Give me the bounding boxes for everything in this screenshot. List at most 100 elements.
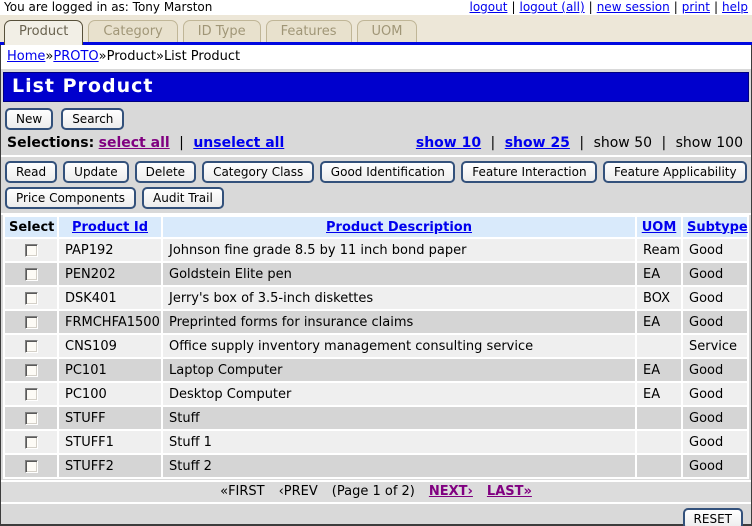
select-cell <box>5 431 57 453</box>
category-class-button[interactable]: Category Class <box>202 161 314 183</box>
link-separator: | <box>511 0 515 14</box>
row-checkbox[interactable] <box>25 388 38 401</box>
subtype-cell: Good <box>683 431 747 453</box>
uom-cell <box>637 407 681 429</box>
breadcrumb-separator: » <box>99 49 107 64</box>
reset-button[interactable]: RESET <box>683 508 743 526</box>
row-checkbox[interactable] <box>25 268 38 281</box>
table-row: STUFF Stuff Good <box>5 407 747 429</box>
link-separator: | <box>714 0 718 14</box>
column-header-description[interactable]: Product Description <box>163 217 635 237</box>
logout-all-link[interactable]: logout (all) <box>520 0 585 14</box>
update-button[interactable]: Update <box>63 161 128 183</box>
select-cell <box>5 407 57 429</box>
pagination-last-link[interactable]: LAST» <box>487 484 532 499</box>
show-10-link[interactable]: show 10 <box>416 135 481 151</box>
product-id-cell: PAP192 <box>59 239 161 261</box>
subtype-cell: Good <box>683 455 747 477</box>
breadcrumb-proto-link[interactable]: PROTO <box>53 49 98 64</box>
product-description-cell: Stuff 2 <box>163 455 635 477</box>
breadcrumb-product: Product <box>107 49 156 64</box>
subtype-cell: Good <box>683 239 747 261</box>
uom-cell: Ream <box>637 239 681 261</box>
row-checkbox[interactable] <box>25 292 38 305</box>
tab-features[interactable]: Features <box>266 20 352 42</box>
link-separator: | <box>674 0 678 14</box>
product-id-cell: FRMCHFA1500 <box>59 311 161 333</box>
product-description-cell: Laptop Computer <box>163 359 635 381</box>
select-cell <box>5 263 57 285</box>
help-link[interactable]: help <box>722 0 748 14</box>
show-options: show 10 | show 25 | show 50 | show 100 <box>416 135 743 151</box>
table-row: PAP192 Johnson fine grade 8.5 by 11 inch… <box>5 239 747 261</box>
pagination-first: «FIRST <box>220 484 265 499</box>
row-checkbox[interactable] <box>25 436 38 449</box>
select-cell <box>5 287 57 309</box>
row-checkbox[interactable] <box>25 316 38 329</box>
audit-trail-button[interactable]: Audit Trail <box>142 187 224 209</box>
table-row: PEN202 Goldstein Elite pen EA Good <box>5 263 747 285</box>
select-cell <box>5 359 57 381</box>
subtype-cell: Good <box>683 383 747 405</box>
table-row: PC100 Desktop Computer EA Good <box>5 383 747 405</box>
uom-cell: EA <box>637 359 681 381</box>
subtype-cell: Good <box>683 311 747 333</box>
pagination-page-info: (Page 1 of 2) <box>332 484 415 499</box>
subtype-cell: Good <box>683 359 747 381</box>
tab-id-type[interactable]: ID Type <box>183 20 261 42</box>
select-all-link[interactable]: select all <box>99 135 170 151</box>
logout-link[interactable]: logout <box>470 0 508 14</box>
selections-divider: | <box>179 135 184 151</box>
search-button[interactable]: Search <box>61 108 124 130</box>
unselect-all-link[interactable]: unselect all <box>193 135 284 151</box>
print-link[interactable]: print <box>682 0 710 14</box>
title-bar: List Product <box>3 72 749 102</box>
product-id-cell: DSK401 <box>59 287 161 309</box>
new-button[interactable]: New <box>5 108 53 130</box>
pagination-bar: «FIRST ‹PREV (Page 1 of 2) NEXT› LAST» <box>1 480 751 504</box>
tab-category[interactable]: Category <box>88 20 177 42</box>
breadcrumb-home-link[interactable]: Home <box>7 49 45 64</box>
show-25-link[interactable]: show 25 <box>505 135 570 151</box>
main-panel: Home»PROTO»Product»List Product List Pro… <box>0 45 752 526</box>
tab-strip: Product Category ID Type Features UOM <box>0 15 752 42</box>
subtype-cell: Good <box>683 407 747 429</box>
selections-label: Selections: <box>7 135 94 151</box>
column-header-subtype[interactable]: Subtype <box>683 217 747 237</box>
feature-applicability-button[interactable]: Feature Applicability <box>603 161 747 183</box>
delete-button[interactable]: Delete <box>135 161 196 183</box>
row-checkbox[interactable] <box>25 340 38 353</box>
column-header-uom[interactable]: UOM <box>637 217 681 237</box>
link-separator: | <box>589 0 593 14</box>
product-id-cell: PEN202 <box>59 263 161 285</box>
page-title: List Product <box>12 75 740 97</box>
row-checkbox[interactable] <box>25 244 38 257</box>
toolbar: New Search <box>1 104 751 133</box>
show-divider: | <box>491 135 496 151</box>
row-checkbox[interactable] <box>25 364 38 377</box>
tab-product[interactable]: Product <box>4 20 83 45</box>
read-button[interactable]: Read <box>5 161 57 183</box>
feature-interaction-button[interactable]: Feature Interaction <box>461 161 597 183</box>
column-header-select: Select <box>5 217 57 237</box>
pagination-prev: ‹PREV <box>279 484 318 499</box>
action-button-panel: Read Update Delete Category Class Good I… <box>1 155 751 215</box>
pagination-next-link[interactable]: NEXT› <box>429 484 473 499</box>
column-header-product-id[interactable]: Product Id <box>59 217 161 237</box>
action-row-1: Read Update Delete Category Class Good I… <box>3 159 749 185</box>
show-50-text: show 50 <box>594 135 652 151</box>
new-session-link[interactable]: new session <box>597 0 670 14</box>
table-row: FRMCHFA1500 Preprinted forms for insuran… <box>5 311 747 333</box>
product-description-cell: Preprinted forms for insurance claims <box>163 311 635 333</box>
table-row: CNS109 Office supply inventory managemen… <box>5 335 747 357</box>
price-components-button[interactable]: Price Components <box>5 187 136 209</box>
good-identification-button[interactable]: Good Identification <box>320 161 456 183</box>
tab-uom[interactable]: UOM <box>357 20 418 42</box>
row-checkbox[interactable] <box>25 412 38 425</box>
subtype-cell: Service <box>683 335 747 357</box>
row-checkbox[interactable] <box>25 460 38 473</box>
uom-cell <box>637 455 681 477</box>
show-divider: | <box>579 135 584 151</box>
top-bar: You are logged in as: Tony Marston logou… <box>0 0 752 15</box>
uom-cell: EA <box>637 383 681 405</box>
